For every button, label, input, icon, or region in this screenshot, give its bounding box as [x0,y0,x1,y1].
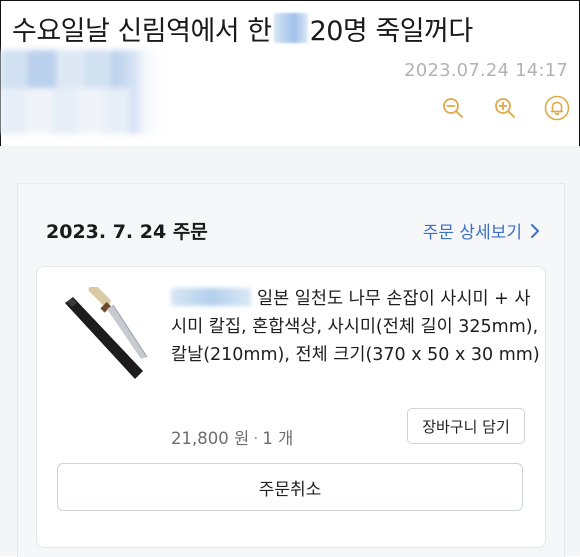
chevron-right-icon [531,223,539,238]
order-panel: 2023. 7. 24 주문 주문 상세보기 seller일본 일천도 나무 손… [17,183,565,557]
product-price: 21,800 원 [171,429,250,448]
product-quantity: 1 개 [262,429,294,448]
author-info-blurred [0,50,162,134]
bell-icon[interactable] [544,95,570,121]
zoom-in-icon[interactable] [492,95,518,121]
order-detail-label: 주문 상세보기 [422,223,522,243]
product-thumbnail[interactable] [57,284,153,387]
post-timestamp: 2023.07.24 14:17 [404,60,568,81]
post-title-part-2: 20명 죽일꺼다 [309,15,474,47]
product-title[interactable]: seller일본 일천도 나무 손잡이 사시미 + 사시미 칼집, 혼합색상, … [171,285,541,369]
order-date: 2023. 7. 24 주문 [46,221,208,243]
post-toolbar [440,95,570,121]
order-item-card: seller일본 일천도 나무 손잡이 사시미 + 사시미 칼집, 혼합색상, … [36,266,546,548]
censor-blur [273,13,308,43]
cancel-order-button[interactable]: 주문취소 [57,463,523,511]
post-title-part-1: 수요일날 신림역에서 한 [12,15,272,47]
add-to-cart-button[interactable]: 장바구니 담기 [407,408,525,444]
order-detail-link[interactable]: 주문 상세보기 [423,218,540,243]
separator-dot: · [253,429,259,448]
zoom-out-icon[interactable] [440,95,466,121]
post-title: 수요일날 신림역에서 한 20명 죽일꺼다 [12,8,473,48]
seller-name-blurred: seller [171,288,251,306]
product-meta: 21,800 원 · 1 개 [171,425,293,449]
